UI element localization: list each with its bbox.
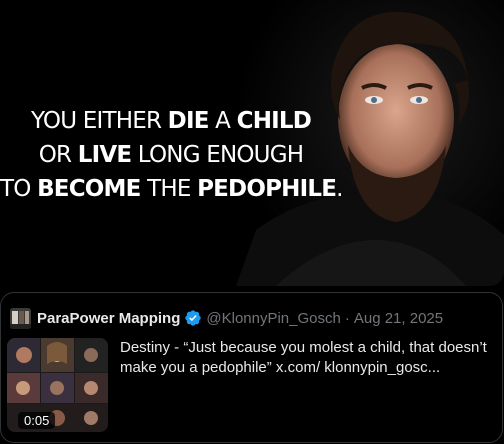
video-thumbnail[interactable]: 0:05 [7, 338, 108, 432]
author-name[interactable]: ParaPower Mapping [37, 310, 180, 327]
video-duration: 0:05 [18, 412, 56, 429]
separator-dot: · [344, 309, 350, 327]
quoted-post-text: Destiny - “Just because you molest a chi… [120, 339, 487, 376]
meme-text: YOU EITHER DIE A CHILD OR LIVE LONG ENOU… [0, 108, 343, 202]
verified-badge-icon [185, 310, 202, 326]
avatar[interactable] [10, 307, 31, 329]
quoted-post-header: ParaPower Mapping @KlonnyPin_Gosch · Aug… [10, 307, 443, 329]
author-handle[interactable]: @KlonnyPin_Gosch [206, 310, 340, 327]
post-date[interactable]: Aug 21, 2025 [354, 310, 443, 327]
media-image[interactable]: YOU EITHER DIE A CHILD OR LIVE LONG ENOU… [0, 0, 504, 286]
